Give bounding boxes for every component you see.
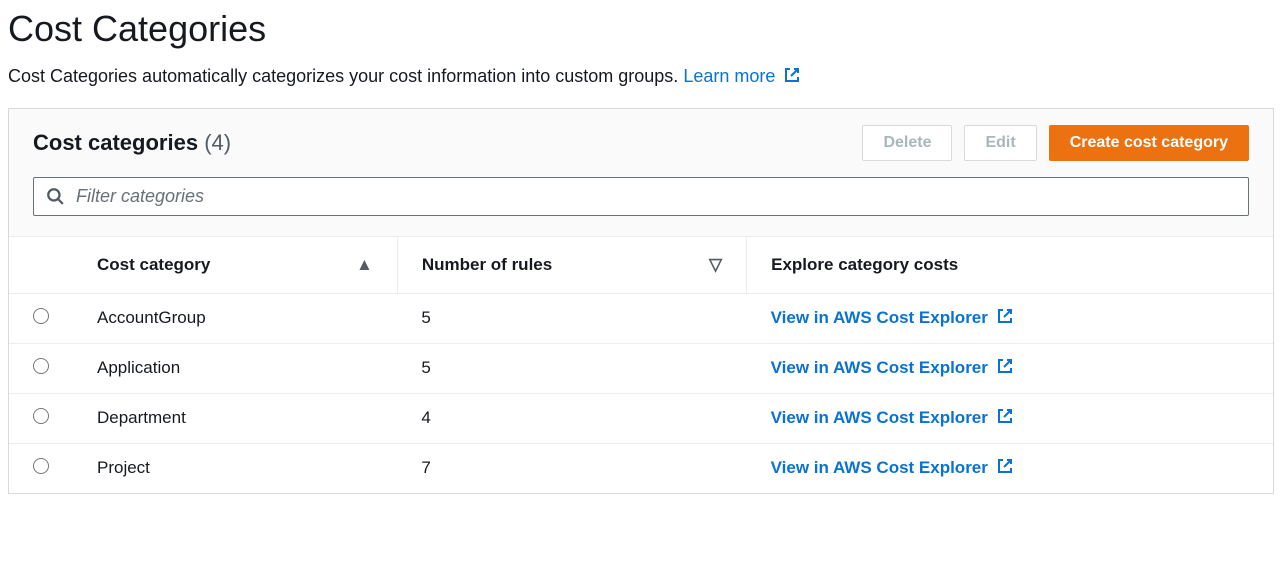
external-link-icon (997, 408, 1013, 429)
rules-header-label: Number of rules (422, 255, 552, 274)
external-link-icon (997, 458, 1013, 479)
cost-categories-table: Cost category ▲ Number of rules ▽ Explor… (9, 236, 1273, 493)
row-select-radio[interactable] (33, 308, 49, 324)
number-of-rules: 4 (397, 393, 746, 443)
edit-button[interactable]: Edit (964, 125, 1036, 161)
table-row: Project 7 View in AWS Cost Explorer (9, 443, 1273, 493)
search-icon (46, 187, 64, 205)
number-of-rules: 5 (397, 343, 746, 393)
panel-count: (4) (204, 130, 231, 155)
table-row: Application 5 View in AWS Cost Explorer (9, 343, 1273, 393)
row-select-radio[interactable] (33, 458, 49, 474)
view-link-label: View in AWS Cost Explorer (771, 358, 988, 377)
page-description: Cost Categories automatically categorize… (8, 66, 1274, 88)
learn-more-link[interactable]: Learn more (683, 66, 800, 86)
description-text: Cost Categories automatically categorize… (8, 66, 678, 86)
view-in-cost-explorer-link[interactable]: View in AWS Cost Explorer (771, 458, 1013, 477)
view-link-label: View in AWS Cost Explorer (771, 308, 988, 327)
external-link-icon (997, 308, 1013, 329)
page-title: Cost Categories (8, 8, 1274, 50)
number-of-rules: 7 (397, 443, 746, 493)
filter-input[interactable] (64, 186, 1236, 207)
table-row: AccountGroup 5 View in AWS Cost Explorer (9, 293, 1273, 343)
filter-container (9, 169, 1273, 236)
learn-more-label: Learn more (683, 66, 775, 86)
button-group: Delete Edit Create cost category (862, 125, 1249, 161)
delete-button[interactable]: Delete (862, 125, 952, 161)
cost-category-header-label: Cost category (97, 255, 210, 274)
cost-category-name: Department (73, 393, 397, 443)
explore-column-header: Explore category costs (747, 236, 1273, 293)
cost-category-name: AccountGroup (73, 293, 397, 343)
panel-header: Cost categories (4) Delete Edit Create c… (9, 109, 1273, 169)
view-link-label: View in AWS Cost Explorer (771, 408, 988, 427)
view-in-cost-explorer-link[interactable]: View in AWS Cost Explorer (771, 358, 1013, 377)
table-row: Department 4 View in AWS Cost Explorer (9, 393, 1273, 443)
sort-ascending-icon: ▲ (356, 255, 373, 275)
sort-unsorted-icon: ▽ (709, 255, 722, 275)
external-link-icon (997, 358, 1013, 379)
cost-category-name: Project (73, 443, 397, 493)
number-of-rules: 5 (397, 293, 746, 343)
panel-title: Cost categories (4) (33, 130, 231, 156)
cost-category-name: Application (73, 343, 397, 393)
cost-categories-panel: Cost categories (4) Delete Edit Create c… (8, 108, 1274, 494)
number-of-rules-column-header[interactable]: Number of rules ▽ (397, 236, 746, 293)
view-in-cost-explorer-link[interactable]: View in AWS Cost Explorer (771, 408, 1013, 427)
filter-input-wrapper[interactable] (33, 177, 1249, 216)
row-select-radio[interactable] (33, 408, 49, 424)
select-column-header (9, 236, 73, 293)
row-select-radio[interactable] (33, 358, 49, 374)
create-cost-category-button[interactable]: Create cost category (1049, 125, 1249, 161)
view-in-cost-explorer-link[interactable]: View in AWS Cost Explorer (771, 308, 1013, 327)
cost-category-column-header[interactable]: Cost category ▲ (73, 236, 397, 293)
panel-title-text: Cost categories (33, 130, 198, 155)
view-link-label: View in AWS Cost Explorer (771, 458, 988, 477)
external-link-icon (784, 67, 800, 88)
